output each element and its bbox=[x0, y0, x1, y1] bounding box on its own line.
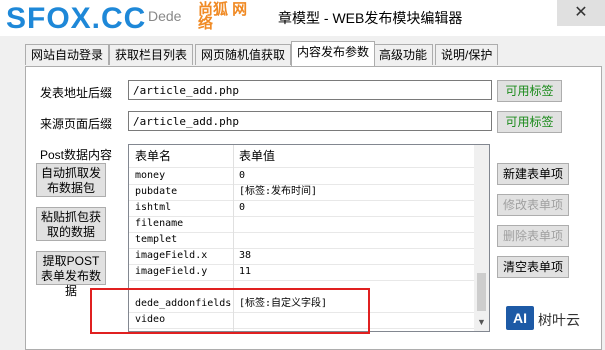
window-title-prefix: Dede bbox=[148, 8, 182, 24]
cell-name: imageField.y bbox=[135, 266, 208, 277]
table-row[interactable]: imageField.x 38 bbox=[129, 248, 474, 265]
post-data-label: Post数据内容 bbox=[40, 148, 113, 162]
cell-value: 38 bbox=[239, 250, 252, 261]
delete-item-button[interactable]: 删除表单项 bbox=[497, 225, 569, 247]
referer-label: 来源页面后缀 bbox=[40, 117, 113, 131]
referer-input[interactable]: /article_add.php bbox=[128, 111, 492, 131]
watermark-sub: 尚狐 网络 bbox=[198, 1, 248, 32]
watermark-logo: SFOX.CC bbox=[6, 2, 147, 35]
table-row[interactable]: imageField.y 11 bbox=[129, 264, 474, 281]
tab-column-list[interactable]: 获取栏目列表 bbox=[109, 44, 194, 65]
paste-capture-button[interactable]: 粘贴抓包获取的数据 bbox=[36, 207, 106, 241]
auto-capture-button[interactable]: 自动抓取发布数据包 bbox=[36, 163, 106, 197]
tab-advanced[interactable]: 高级功能 bbox=[373, 44, 434, 65]
extract-post-button[interactable]: 提取POST表单发布数据 bbox=[36, 251, 106, 298]
title-bar: Dede 章模型 - WEB发布模块编辑器 ✕ SFOX.CC 尚狐 网络 bbox=[0, 0, 605, 36]
cell-name: templet bbox=[135, 234, 178, 245]
cell-value: 0 bbox=[239, 170, 246, 181]
close-button[interactable]: ✕ bbox=[557, 0, 605, 26]
edit-item-button[interactable]: 修改表单项 bbox=[497, 194, 569, 216]
cell-value: [标签:发布时间] bbox=[239, 186, 318, 197]
cell-name: filename bbox=[135, 218, 184, 229]
grid-header: 表单名 表单值 bbox=[129, 145, 474, 168]
new-item-button[interactable]: 新建表单项 bbox=[497, 163, 569, 185]
grid-scrollbar[interactable]: ▼ bbox=[474, 145, 489, 331]
table-row[interactable]: money 0 bbox=[129, 168, 474, 185]
clear-item-button[interactable]: 清空表单项 bbox=[497, 256, 569, 278]
cell-name: pubdate bbox=[135, 186, 178, 197]
tab-publish-params[interactable]: 内容发布参数 bbox=[291, 41, 376, 66]
tab-auto-login[interactable]: 网站自动登录 bbox=[25, 44, 110, 65]
available-tags-button-2[interactable]: 可用标签 bbox=[497, 111, 562, 133]
cell-value: 0 bbox=[239, 202, 246, 213]
cell-value: 11 bbox=[239, 266, 252, 277]
table-row[interactable]: ishtml 0 bbox=[129, 200, 474, 217]
post-url-label: 发表地址后缀 bbox=[40, 86, 113, 100]
scrollbar-thumb[interactable] bbox=[477, 273, 486, 311]
highlight-box bbox=[90, 288, 370, 334]
tab-random-value[interactable]: 网页随机值获取 bbox=[195, 44, 292, 65]
cell-name: ishtml bbox=[135, 202, 172, 213]
post-url-input[interactable]: /article_add.php bbox=[128, 80, 492, 100]
available-tags-button[interactable]: 可用标签 bbox=[497, 80, 562, 102]
col-header-name: 表单名 bbox=[135, 149, 172, 163]
col-header-value: 表单值 bbox=[239, 149, 276, 163]
scroll-down-icon[interactable]: ▼ bbox=[477, 317, 486, 327]
brand-logo-icon: AI bbox=[506, 306, 534, 330]
cell-name: money bbox=[135, 170, 166, 181]
brand-text: 树叶云 bbox=[538, 312, 580, 328]
tab-help[interactable]: 说明/保护 bbox=[435, 44, 499, 65]
window-title: 章模型 - WEB发布模块编辑器 bbox=[278, 10, 463, 26]
cell-name: imageField.x bbox=[135, 250, 208, 261]
table-row[interactable]: templet bbox=[129, 232, 474, 249]
table-row[interactable]: pubdate [标签:发布时间] bbox=[129, 184, 474, 201]
table-row[interactable]: filename bbox=[129, 216, 474, 233]
